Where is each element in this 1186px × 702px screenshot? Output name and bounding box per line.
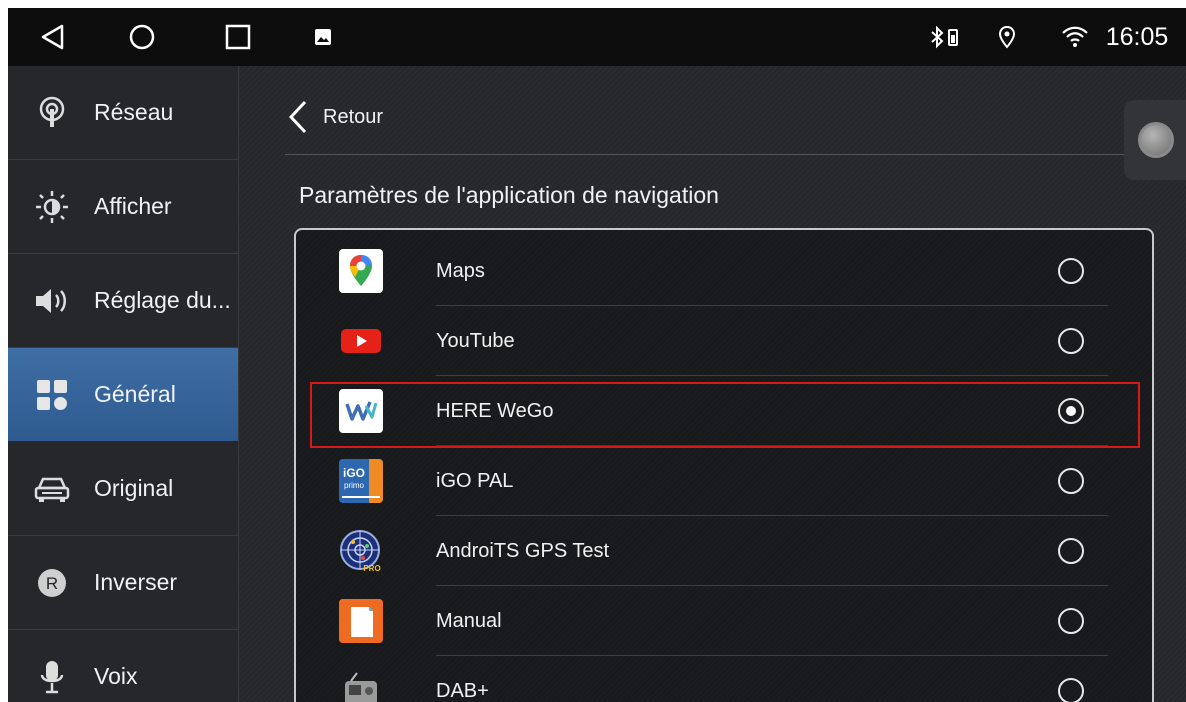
sidebar-item-reseau[interactable]: Réseau: [8, 66, 238, 160]
home-nav-icon[interactable]: [120, 8, 164, 66]
sidebar-item-label: Voix: [94, 663, 138, 689]
sidebar-item-label: Réseau: [94, 99, 174, 125]
list-item-maps[interactable]: Maps: [296, 236, 1152, 306]
manual-icon: [339, 599, 383, 643]
app-name: YouTube: [436, 330, 515, 352]
sidebar-item-afficher[interactable]: Afficher: [8, 160, 238, 254]
network-icon: [32, 93, 72, 133]
radio-androits-gps-test[interactable]: [1058, 538, 1084, 564]
chevron-left-icon: [288, 100, 307, 134]
app-name: Manual: [436, 610, 502, 632]
sidebar-item-label: Inverser: [94, 569, 178, 595]
microphone-icon: [32, 657, 72, 697]
app-name: HERE WeGo: [436, 400, 554, 422]
svg-text:iGO: iGO: [343, 466, 365, 480]
svg-text:R: R: [46, 574, 58, 593]
reverse-r-icon: R: [32, 563, 72, 603]
brightness-icon: [32, 187, 72, 227]
dab-radio-icon: [339, 669, 383, 702]
sidebar-item-original[interactable]: Original: [8, 442, 238, 536]
radio-dab-plus[interactable]: [1058, 678, 1084, 702]
sidebar-item-label: Original: [94, 475, 174, 501]
radio-maps[interactable]: [1058, 258, 1084, 284]
radio-manual[interactable]: [1058, 608, 1084, 634]
list-item-dab-plus[interactable]: DAB+: [296, 656, 1152, 702]
main-content: Retour Paramètres de l'application de na…: [239, 66, 1186, 702]
svg-text:primo: primo: [344, 481, 365, 490]
location-icon: [992, 8, 1022, 66]
back-button[interactable]: Retour: [287, 92, 383, 142]
list-item-here-wego[interactable]: HERE WeGo: [296, 376, 1152, 446]
bluetooth-icon: [926, 8, 966, 66]
recents-nav-icon[interactable]: [216, 8, 260, 66]
youtube-icon: [339, 319, 383, 363]
svg-text:PRO: PRO: [363, 564, 380, 573]
wifi-icon: [1058, 8, 1092, 66]
app-name: DAB+: [436, 680, 489, 702]
google-maps-icon: [339, 249, 383, 293]
here-wego-icon: [339, 389, 383, 433]
back-nav-icon[interactable]: [30, 8, 74, 66]
list-item-androits-gps-test[interactable]: PRO AndroiTS GPS Test: [296, 516, 1152, 586]
navigation-app-list: Maps YouTube HERE WeGo iGO primo iGO PAL…: [294, 228, 1154, 702]
radio-here-wego-selected[interactable]: [1058, 398, 1084, 424]
app-name: AndroiTS GPS Test: [436, 540, 610, 562]
app-name: iGO PAL: [436, 470, 514, 492]
screen: 16:05 Réseau Afficher Réglage du... Géné…: [8, 8, 1186, 702]
settings-sidebar: Réseau Afficher Réglage du... Général Or…: [8, 66, 239, 702]
igo-primo-icon: iGO primo: [339, 459, 383, 503]
sidebar-item-reglage-du-son[interactable]: Réglage du...: [8, 254, 238, 348]
divider: [285, 154, 1145, 155]
list-item-igo-pal[interactable]: iGO primo iGO PAL: [296, 446, 1152, 516]
floating-assistive-button[interactable]: [1124, 100, 1186, 180]
image-notification-icon: [308, 8, 338, 66]
assistive-knob-icon: [1138, 122, 1174, 158]
sidebar-item-label: Général: [94, 381, 176, 407]
status-bar: 16:05: [8, 8, 1186, 66]
sidebar-item-voix[interactable]: Voix: [8, 630, 238, 702]
speaker-icon: [32, 281, 72, 321]
list-item-youtube[interactable]: YouTube: [296, 306, 1152, 376]
sidebar-item-inverser[interactable]: R Inverser: [8, 536, 238, 630]
list-item-manual[interactable]: Manual: [296, 586, 1152, 656]
section-title: Paramètres de l'application de navigatio…: [299, 182, 719, 208]
androits-gps-icon: PRO: [339, 529, 383, 573]
sidebar-item-label: Réglage du...: [94, 287, 231, 313]
app-name: Maps: [436, 260, 485, 282]
grid-icon: [32, 375, 72, 415]
back-label: Retour: [323, 105, 384, 128]
radio-igo-pal[interactable]: [1058, 468, 1084, 494]
clock: 16:05: [1105, 22, 1169, 51]
car-icon: [32, 469, 72, 509]
radio-youtube[interactable]: [1058, 328, 1084, 354]
sidebar-item-general[interactable]: Général: [8, 348, 238, 441]
sidebar-item-label: Afficher: [94, 193, 172, 219]
